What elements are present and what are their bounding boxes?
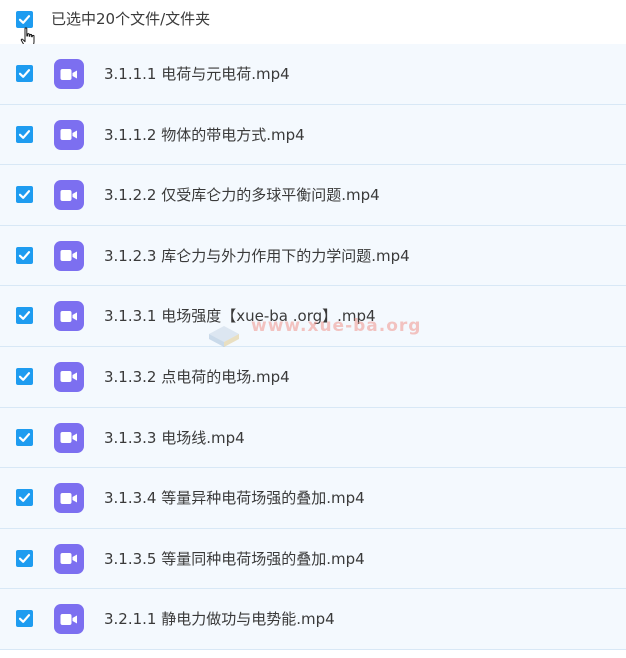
checkmark-icon — [18, 614, 31, 624]
file-name[interactable]: 3.2.1.1 静电力做功与电势能.mp4 — [104, 608, 335, 630]
file-row[interactable]: 3.1.2.3 库仑力与外力作用下的力学问题.mp4 — [0, 225, 626, 287]
file-checkbox[interactable] — [16, 65, 33, 82]
file-name[interactable]: 3.1.3.5 等量同种电荷场强的叠加.mp4 — [104, 548, 365, 570]
checkmark-icon — [18, 493, 31, 503]
file-checkbox[interactable] — [16, 246, 33, 264]
file-name[interactable]: 3.1.3.3 电场线.mp4 — [104, 427, 245, 449]
file-name[interactable]: 3.1.1.2 物体的带电方式.mp4 — [104, 124, 305, 146]
file-name[interactable]: 3.1.1.1 电荷与元电荷.mp4 — [104, 63, 290, 85]
file-checkbox[interactable] — [16, 428, 33, 446]
file-row[interactable]: 3.1.1.1 电荷与元电荷.mp4 — [0, 44, 626, 105]
checkmark-icon — [18, 372, 31, 381]
video-file-icon — [54, 604, 84, 635]
file-name[interactable]: 3.1.2.3 库仑力与外力作用下的力学问题.mp4 — [104, 245, 410, 267]
file-list: 3.1.1.1 电荷与元电荷.mp4 3.1.1.2 物体的带电方式.mp4 3… — [0, 44, 626, 650]
checkmark-icon — [18, 129, 31, 139]
file-row[interactable]: 3.1.3.1 电场强度【xue-ba .org】.mp4 — [0, 286, 626, 347]
file-row[interactable]: 3.1.3.3 电场线.mp4 — [0, 407, 626, 469]
file-name[interactable]: 3.1.3.2 点电荷的电场.mp4 — [104, 366, 290, 388]
file-row[interactable]: 3.1.1.2 物体的带电方式.mp4 — [0, 104, 626, 166]
checkmark-icon — [18, 69, 31, 78]
file-checkbox[interactable] — [16, 610, 33, 628]
checkmark-icon — [18, 432, 31, 442]
checkmark-icon — [18, 250, 31, 260]
video-file-icon — [54, 240, 84, 271]
video-file-icon — [54, 301, 84, 332]
checkmark-icon — [18, 311, 31, 321]
select-all-checkbox[interactable] — [16, 11, 33, 28]
checkmark-icon — [18, 190, 31, 200]
file-checkbox[interactable] — [16, 549, 33, 567]
file-checkbox[interactable] — [16, 125, 33, 143]
file-row[interactable]: 3.1.3.5 等量同种电荷场强的叠加.mp4 — [0, 528, 626, 590]
video-file-icon — [54, 59, 84, 89]
video-file-icon — [54, 180, 84, 211]
file-name[interactable]: 3.1.2.2 仅受库仑力的多球平衡问题.mp4 — [104, 184, 380, 206]
file-checkbox[interactable] — [16, 367, 33, 385]
file-row[interactable]: 3.2.1.1 静电力做功与电势能.mp4 — [0, 589, 626, 650]
file-list-page: 已选中20个文件/文件夹 3.1.1.1 电荷与元电荷.mp4 3.1.1.2 … — [0, 0, 626, 658]
file-name[interactable]: 3.1.3.1 电场强度【xue-ba .org】.mp4 — [104, 305, 376, 327]
selection-count-label: 已选中20个文件/文件夹 — [51, 10, 211, 28]
video-file-icon — [54, 361, 84, 392]
file-row[interactable]: 3.1.2.2 仅受库仑力的多球平衡问题.mp4 — [0, 165, 626, 226]
video-file-icon — [54, 119, 84, 150]
video-file-icon — [54, 543, 84, 574]
file-checkbox[interactable] — [16, 186, 33, 204]
checkmark-icon — [18, 15, 31, 24]
video-file-icon — [54, 483, 84, 514]
file-checkbox[interactable] — [16, 307, 33, 325]
video-file-icon — [54, 422, 84, 453]
file-name[interactable]: 3.1.3.4 等量异种电荷场强的叠加.mp4 — [104, 487, 365, 509]
file-row[interactable]: 3.1.3.2 点电荷的电场.mp4 — [0, 346, 626, 408]
selection-header: 已选中20个文件/文件夹 — [0, 0, 626, 44]
file-row[interactable]: 3.1.3.4 等量异种电荷场强的叠加.mp4 — [0, 468, 626, 529]
checkmark-icon — [18, 553, 31, 563]
file-checkbox[interactable] — [16, 489, 33, 507]
